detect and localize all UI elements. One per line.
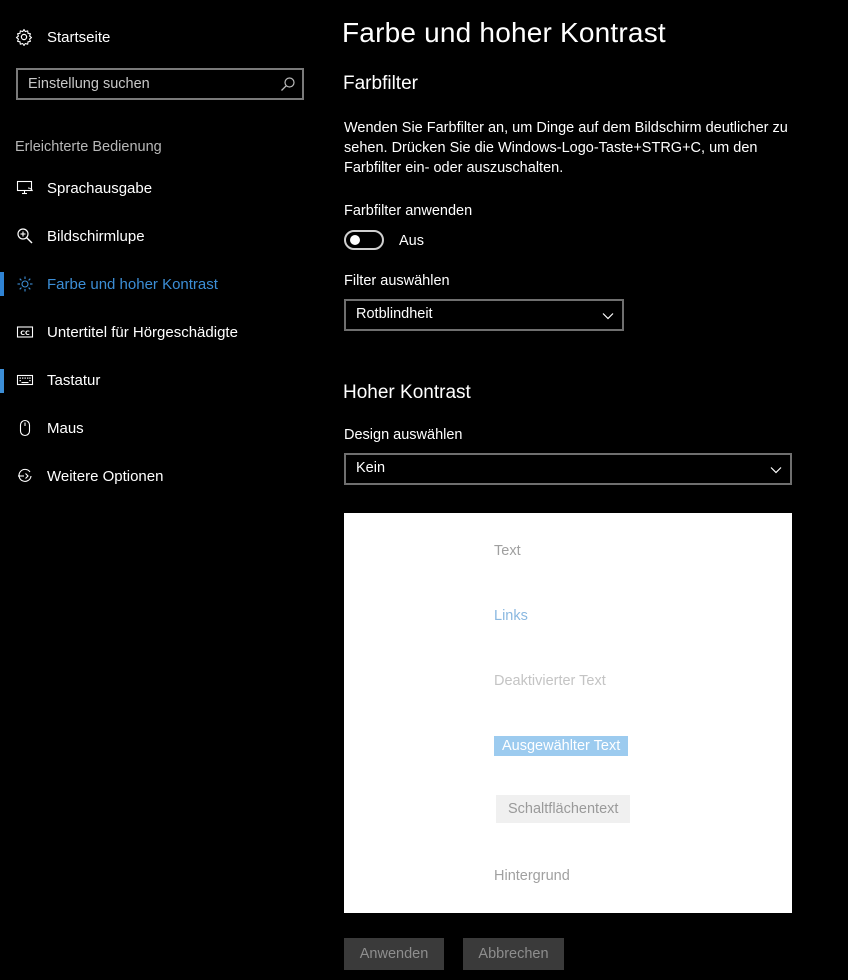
color-filter-toggle-label: Farbfilter anwenden: [344, 203, 473, 219]
search-box: [16, 68, 304, 100]
preview-selected-text[interactable]: Ausgewählter Text: [494, 736, 629, 756]
sidebar-item-label: Bildschirmlupe: [47, 227, 145, 245]
sidebar-item-captions[interactable]: CC Untertitel für Hörgeschädigte: [0, 308, 320, 356]
sidebar-item-label: Sprachausgabe: [47, 179, 153, 197]
preview-text[interactable]: Text: [494, 543, 521, 559]
sidebar-item-label: Untertitel für Hörgeschädigte: [47, 323, 238, 341]
sidebar-item-label: Tastatur: [47, 371, 101, 389]
chevron-down-icon: [770, 463, 782, 475]
cancel-button[interactable]: Abbrechen: [463, 938, 564, 970]
page-title: Farbe und hoher Kontrast: [342, 17, 666, 48]
preview-background[interactable]: Hintergrund: [494, 868, 570, 884]
preview-disabled-text[interactable]: Deaktivierter Text: [494, 673, 606, 689]
closed-captions-icon: CC: [15, 322, 35, 342]
sidebar-item-more-options[interactable]: Weitere Optionen: [0, 452, 320, 500]
toggle-knob: [350, 235, 360, 245]
sidebar-item-magnifier[interactable]: Bildschirmlupe: [0, 212, 320, 260]
theme-preview: Text Links Deaktivierter Text Ausgewählt…: [344, 513, 792, 913]
brightness-icon: [15, 274, 35, 294]
preview-links[interactable]: Links: [494, 608, 528, 624]
mouse-icon: [15, 418, 35, 438]
theme-select-value: Kein: [356, 460, 386, 476]
toggle-state-label: Aus: [399, 233, 424, 249]
high-contrast-heading: Hoher Kontrast: [343, 382, 471, 403]
color-filter-heading: Farbfilter: [343, 73, 418, 94]
sidebar-item-label: Maus: [47, 419, 84, 437]
chevron-down-icon: [602, 309, 614, 321]
home-label: Startseite: [47, 28, 111, 46]
magnifier-icon: [15, 226, 35, 246]
svg-text:CC: CC: [20, 329, 30, 337]
preview-button-text[interactable]: Schaltflächentext: [496, 795, 631, 823]
sidebar-item-keyboard[interactable]: Tastatur: [0, 356, 320, 404]
main-content: Farbe und hoher Kontrast Farbfilter Wend…: [342, 0, 842, 980]
keyboard-icon: [15, 370, 35, 390]
gear-icon: [14, 27, 34, 47]
sidebar-item-mouse[interactable]: Maus: [0, 404, 320, 452]
home-link[interactable]: Startseite: [14, 24, 110, 50]
search-icon[interactable]: [280, 76, 296, 92]
apply-button[interactable]: Anwenden: [344, 938, 444, 970]
sidebar-item-color-contrast[interactable]: Farbe und hoher Kontrast: [0, 260, 320, 393]
theme-select[interactable]: Kein: [344, 453, 792, 485]
active-indicator: [0, 272, 4, 296]
sidebar: Startseite Erleichterte Bedienung Sprach…: [0, 0, 320, 980]
theme-select-label: Design auswählen: [344, 427, 463, 443]
search-input[interactable]: [18, 70, 278, 98]
more-options-icon: [15, 466, 35, 486]
sidebar-nav: Sprachausgabe Bildschirmlupe Farbe und h…: [0, 164, 320, 500]
filter-select[interactable]: Rotblindheit: [344, 299, 624, 331]
section-label: Erleichterte Bedienung: [15, 139, 162, 155]
color-filter-description: Wenden Sie Farbfilter an, um Dinge auf d…: [344, 120, 788, 176]
color-filter-toggle[interactable]: [344, 230, 384, 250]
filter-select-value: Rotblindheit: [356, 306, 433, 322]
sidebar-item-narrator[interactable]: Sprachausgabe: [0, 164, 320, 212]
sidebar-item-label: Farbe und hoher Kontrast: [47, 275, 218, 293]
filter-select-label: Filter auswählen: [344, 273, 450, 289]
narrator-icon: [15, 178, 35, 198]
sidebar-item-label: Weitere Optionen: [47, 467, 164, 485]
